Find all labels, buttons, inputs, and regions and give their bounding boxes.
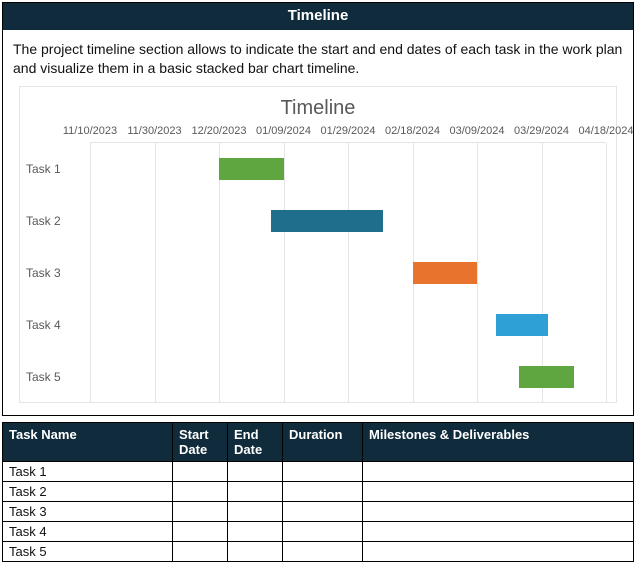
x-tick-label: 02/18/2024 — [385, 124, 440, 139]
table-cell-duration[interactable] — [283, 481, 363, 501]
chart-x-axis: 11/10/202311/30/202312/20/202301/09/2024… — [90, 124, 606, 142]
table-cell-end[interactable] — [228, 541, 283, 561]
table-header-row: Task Name Start Date End Date Duration M… — [3, 422, 634, 461]
table-row: Task 1 — [3, 461, 634, 481]
panel-description: The project timeline section allows to i… — [13, 40, 623, 78]
x-tick-label: 04/18/2024 — [578, 124, 633, 139]
col-header-milestones: Milestones & Deliverables — [363, 422, 634, 461]
chart-row: Task 1 — [90, 143, 606, 195]
chart-row: Task 5 — [90, 351, 606, 403]
chart-row-label: Task 5 — [20, 369, 80, 385]
gridline — [606, 143, 607, 402]
chart-row-label: Task 4 — [20, 317, 80, 333]
task-table: Task Name Start Date End Date Duration M… — [2, 422, 634, 562]
chart-row: Task 3 — [90, 247, 606, 299]
chart-bar — [519, 366, 574, 388]
col-header-start: Start Date — [173, 422, 228, 461]
chart-container: Timeline 11/10/2023 11/30/2023 12/20/2023 0… — [19, 86, 617, 403]
table-cell-end[interactable] — [228, 521, 283, 541]
chart-row-label: Task 2 — [20, 213, 80, 229]
x-tick-label: 01/29/2024 — [320, 124, 375, 139]
table-cell-name[interactable]: Task 5 — [3, 541, 173, 561]
panel-header: Timeline — [3, 3, 633, 30]
chart-row: Task 2 — [90, 195, 606, 247]
col-header-end: End Date — [228, 422, 283, 461]
table-cell-name[interactable]: Task 4 — [3, 521, 173, 541]
chart-row: Task 4 — [90, 299, 606, 351]
table-cell-end[interactable] — [228, 501, 283, 521]
table-cell-start[interactable] — [173, 501, 228, 521]
panel-body: The project timeline section allows to i… — [3, 30, 633, 415]
table-cell-milestones[interactable] — [363, 541, 634, 561]
table-cell-milestones[interactable] — [363, 481, 634, 501]
table-cell-start[interactable] — [173, 541, 228, 561]
table-cell-milestones[interactable] — [363, 521, 634, 541]
table-row: Task 3 — [3, 501, 634, 521]
x-tick-label: 11/30/2023 — [127, 124, 181, 139]
table-cell-milestones[interactable] — [363, 501, 634, 521]
table-cell-name[interactable]: Task 3 — [3, 501, 173, 521]
x-tick-label: 12/20/2023 — [191, 124, 246, 139]
table-row: Task 5 — [3, 541, 634, 561]
chart-title: Timeline — [20, 95, 616, 122]
chart-bar — [496, 314, 548, 336]
chart-bar — [413, 262, 478, 284]
table-cell-start[interactable] — [173, 521, 228, 541]
panel-timeline: Timeline The project timeline section al… — [2, 2, 634, 416]
table-cell-end[interactable] — [228, 481, 283, 501]
table-cell-duration[interactable] — [283, 521, 363, 541]
x-tick-label: 11/10/2023 — [63, 124, 117, 139]
x-tick-label: 03/09/2024 — [449, 124, 504, 139]
chart-bar — [219, 158, 284, 180]
table-row: Task 4 — [3, 521, 634, 541]
table-cell-duration[interactable] — [283, 501, 363, 521]
table-cell-milestones[interactable] — [363, 461, 634, 481]
table-row: Task 2 — [3, 481, 634, 501]
chart-row-label: Task 3 — [20, 265, 80, 281]
col-header-duration: Duration — [283, 422, 363, 461]
table-cell-start[interactable] — [173, 481, 228, 501]
chart-bar — [271, 210, 384, 232]
table-cell-duration[interactable] — [283, 541, 363, 561]
table-cell-start[interactable] — [173, 461, 228, 481]
table-cell-name[interactable]: Task 1 — [3, 461, 173, 481]
x-tick-label: 03/29/2024 — [514, 124, 569, 139]
table-cell-end[interactable] — [228, 461, 283, 481]
chart-plot-area: Task 1Task 2Task 3Task 4Task 5 — [90, 142, 606, 402]
chart-row-label: Task 1 — [20, 161, 80, 177]
x-tick-label: 01/09/2024 — [256, 124, 311, 139]
col-header-name: Task Name — [3, 422, 173, 461]
table-cell-duration[interactable] — [283, 461, 363, 481]
table-cell-name[interactable]: Task 2 — [3, 481, 173, 501]
